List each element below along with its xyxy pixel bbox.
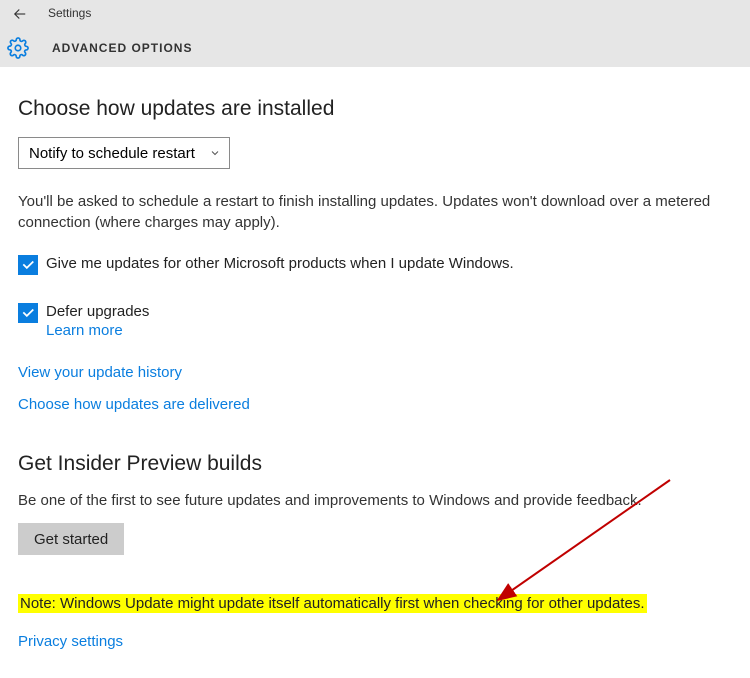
back-button[interactable]: [0, 0, 40, 28]
insider-description: Be one of the first to see future update…: [18, 492, 732, 509]
gear-icon: [6, 36, 30, 60]
privacy-settings-link[interactable]: Privacy settings: [18, 633, 123, 650]
checkbox-label: Give me updates for other Microsoft prod…: [46, 255, 514, 272]
get-started-button[interactable]: Get started: [18, 523, 124, 555]
checkbox-row-other-products: Give me updates for other Microsoft prod…: [18, 255, 732, 275]
back-arrow-icon: [11, 5, 29, 23]
content-area: Choose how updates are installed Notify …: [0, 67, 750, 651]
checkbox-row-defer: Defer upgrades Learn more: [18, 303, 732, 340]
updates-heading: Choose how updates are installed: [18, 97, 732, 121]
page-title: ADVANCED OPTIONS: [52, 41, 192, 55]
checkbox-label: Defer upgrades: [46, 303, 149, 320]
chevron-down-icon: [209, 147, 221, 159]
learn-more-link[interactable]: Learn more: [46, 322, 123, 339]
app-title: Settings: [48, 6, 91, 20]
dropdown-value: Notify to schedule restart: [29, 145, 195, 162]
header-bar: Settings ADVANCED OPTIONS: [0, 0, 750, 67]
insider-heading: Get Insider Preview builds: [18, 452, 732, 476]
checkbox-other-products[interactable]: [18, 255, 38, 275]
check-icon: [21, 306, 35, 320]
install-mode-dropdown[interactable]: Notify to schedule restart: [18, 137, 230, 169]
checkbox-defer-upgrades[interactable]: [18, 303, 38, 323]
delivery-link[interactable]: Choose how updates are delivered: [18, 396, 250, 413]
check-icon: [21, 258, 35, 272]
updates-description: You'll be asked to schedule a restart to…: [18, 191, 732, 233]
view-history-link[interactable]: View your update history: [18, 364, 182, 381]
update-note: Note: Windows Update might update itself…: [18, 594, 647, 613]
